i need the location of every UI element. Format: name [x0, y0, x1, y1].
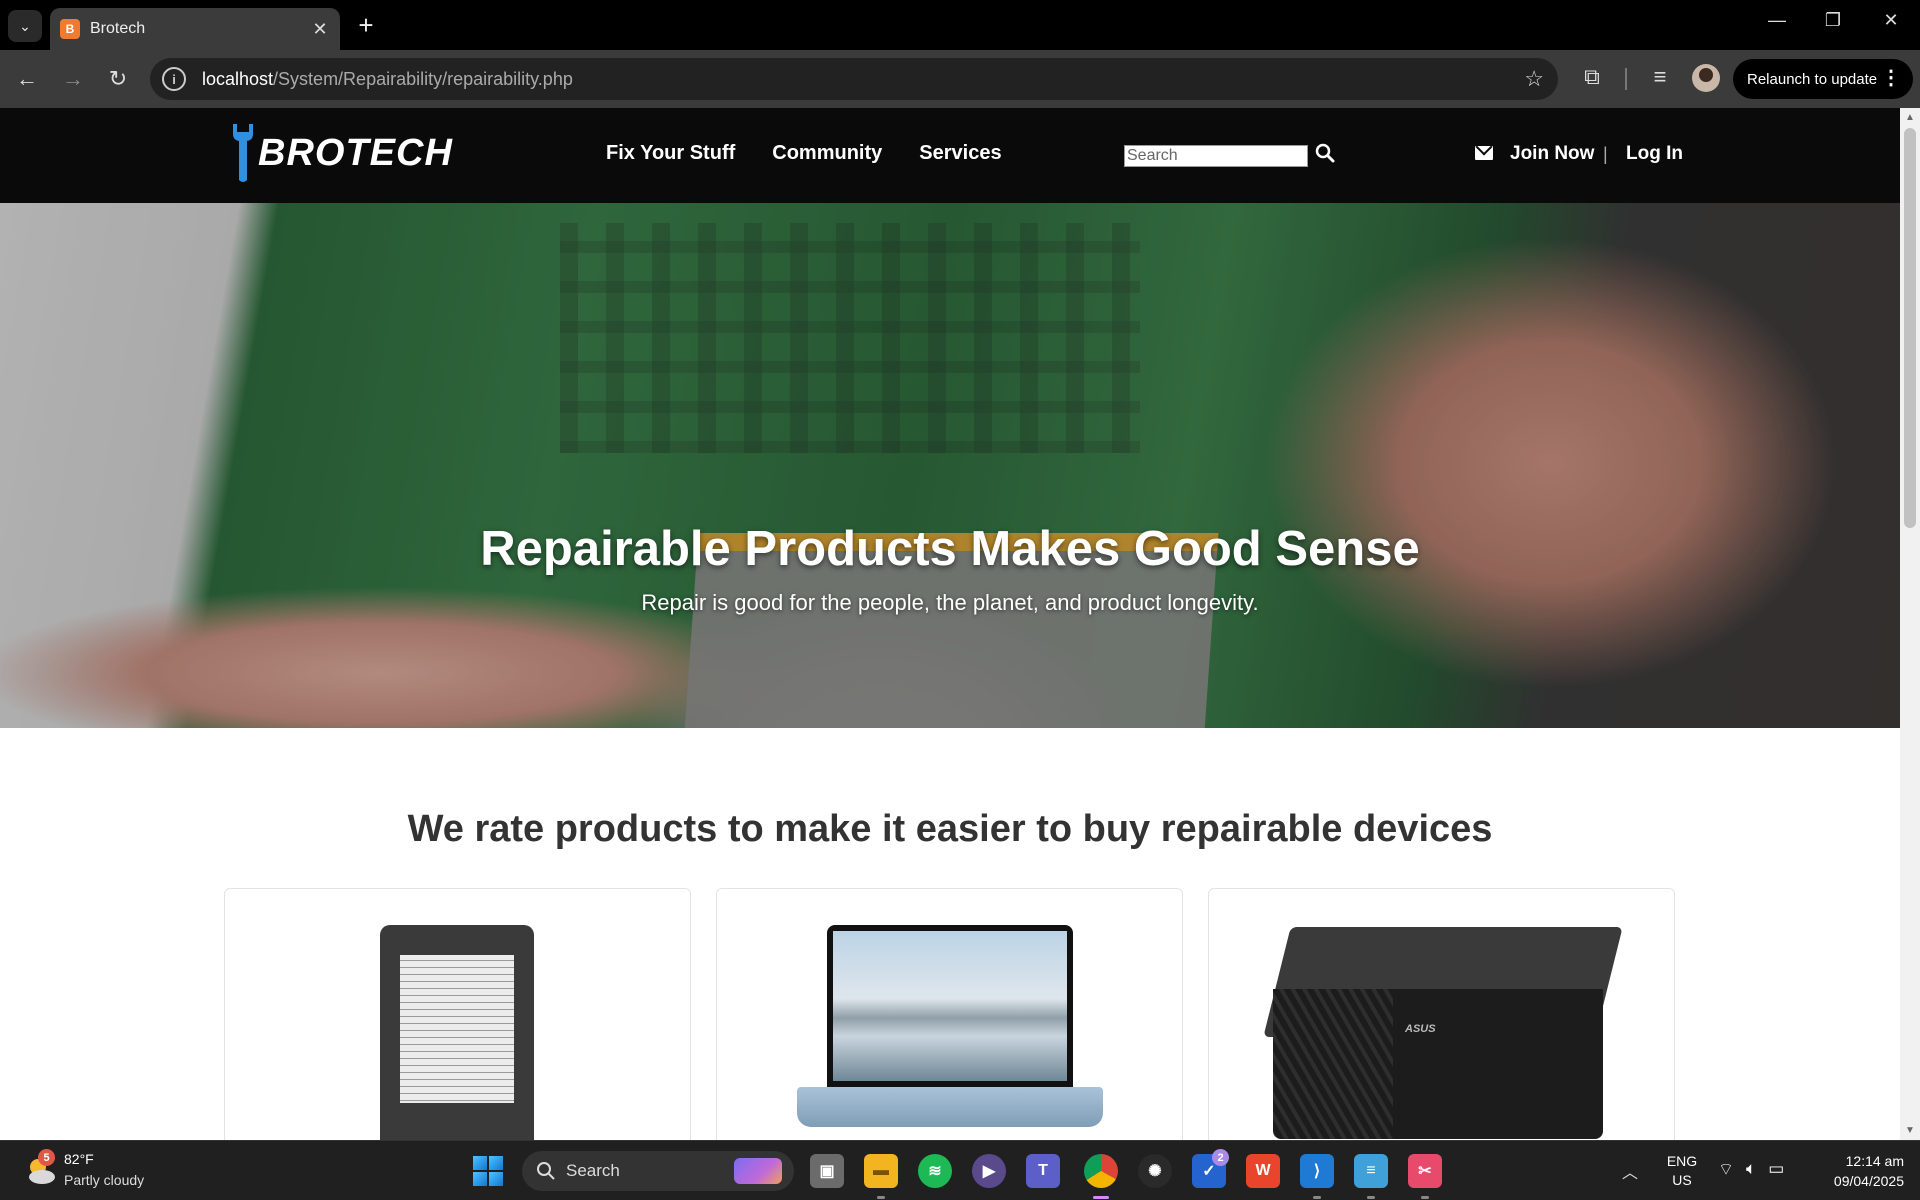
product-card-ereader[interactable] [224, 888, 691, 1140]
windows-start-icon[interactable] [473, 1156, 503, 1186]
hero-title: Repairable Products Makes Good Sense [480, 522, 1420, 576]
mail-icon [1475, 146, 1493, 160]
weather-temp[interactable]: 82°F [64, 1151, 94, 1167]
weather-badge: 5 [38, 1149, 55, 1166]
tab-title: Brotech [90, 20, 146, 37]
wifi-icon: ⌔ [1718, 1160, 1734, 1179]
brotech-logo[interactable]: BROTECH [230, 122, 453, 184]
spotify-icon[interactable]: ≋ [918, 1154, 952, 1188]
profile-avatar[interactable] [1692, 64, 1720, 92]
browser-title-bar: ⌄ B Brotech ✕ + — ❐ ✕ [0, 0, 1920, 50]
chevron-down-icon: ⌄ [19, 17, 31, 34]
taskbar-search[interactable]: Search [522, 1151, 794, 1191]
nav-services[interactable]: Services [919, 142, 1001, 165]
relaunch-to-update-button[interactable]: Relaunch to update ⋮ [1733, 59, 1913, 99]
section-title: We rate products to make it easier to bu… [407, 808, 1493, 850]
chatgpt-icon[interactable]: ✺ [1138, 1154, 1172, 1188]
hero-banner: Repairable Products Makes Good Sense Rep… [0, 203, 1900, 728]
language-indicator[interactable]: ENG US [1664, 1152, 1700, 1190]
site-search-input[interactable] [1124, 145, 1308, 167]
favicon-icon: B [60, 19, 80, 39]
system-clock[interactable]: 12:14 am 09/04/2025 [1808, 1151, 1904, 1191]
hero-subtitle: Repair is good for the people, the plane… [641, 590, 1259, 615]
product-card-mini-pc[interactable]: ASUS [1208, 888, 1675, 1140]
page-scrollbar[interactable]: ▲ ▼ [1900, 108, 1920, 1140]
scroll-down-icon[interactable]: ▼ [1905, 1125, 1915, 1136]
browser-toolbar: ← → ↻ i localhost/System/Repairability/r… [0, 50, 1920, 108]
restore-icon[interactable]: ❐ [1818, 10, 1848, 31]
file-explorer-icon[interactable]: ▬ [864, 1154, 898, 1188]
tray-chevron-up-icon[interactable]: ︿ [1622, 1159, 1638, 1183]
windows-taskbar: 5 82°F Partly cloudy Search ▣ ▬ ≋ ▶ T ✺ … [0, 1140, 1920, 1200]
url-text: localhost/System/Repairability/repairabi… [202, 68, 573, 89]
nav-community[interactable]: Community [772, 142, 882, 165]
wrench-icon [233, 124, 253, 182]
scroll-thumb[interactable] [1904, 128, 1916, 528]
extensions-icon[interactable]: ⧉ [1576, 64, 1608, 90]
task-view-icon[interactable]: ▣ [810, 1154, 844, 1188]
wps-office-icon[interactable]: W [1246, 1154, 1280, 1188]
ereader-image [380, 925, 534, 1140]
laptop-image [827, 925, 1073, 1087]
todo-badge: 2 [1212, 1149, 1229, 1166]
search-icon [537, 1162, 555, 1180]
close-window-icon[interactable]: ✕ [1876, 10, 1906, 31]
logo-text: BROTECH [258, 131, 453, 174]
weather-desc[interactable]: Partly cloudy [64, 1172, 144, 1188]
forward-icon[interactable]: → [58, 64, 88, 94]
main-nav: Fix Your Stuff Community Services [606, 142, 1002, 165]
notepad-icon[interactable]: ≡ [1354, 1154, 1388, 1188]
log-in-link[interactable]: Log In [1626, 143, 1683, 165]
join-now-link[interactable]: Join Now [1510, 143, 1594, 165]
vscode-icon[interactable]: ⟩ [1300, 1154, 1334, 1188]
snipping-tool-icon[interactable]: ✂ [1408, 1154, 1442, 1188]
search-icon[interactable] [1314, 142, 1336, 164]
address-bar[interactable]: i localhost/System/Repairability/repaira… [150, 58, 1558, 100]
tab-close-icon[interactable]: ✕ [310, 19, 330, 40]
page-viewport: BROTECH Fix Your Stuff Community Service… [0, 108, 1900, 1140]
media-control-icon[interactable]: ≡ [1644, 64, 1676, 90]
auth-separator: | [1603, 144, 1608, 164]
chrome-icon[interactable] [1084, 1154, 1118, 1188]
site-header: BROTECH Fix Your Stuff Community Service… [0, 108, 1900, 203]
scroll-up-icon[interactable]: ▲ [1905, 112, 1915, 123]
battery-icon: ▭ [1768, 1159, 1785, 1178]
minimize-icon[interactable]: — [1762, 10, 1792, 31]
tab-search-button[interactable]: ⌄ [8, 10, 42, 42]
volume-icon: 🔈︎ [1745, 1159, 1757, 1178]
browser-tab-brotech[interactable]: B Brotech ✕ [50, 8, 340, 50]
media-player-icon[interactable]: ▶ [972, 1154, 1006, 1188]
site-info-icon[interactable]: i [162, 67, 186, 91]
teams-icon[interactable]: T [1026, 1154, 1060, 1188]
tray-status-icons[interactable]: ⌔ 🔈︎ ▭ [1718, 1159, 1784, 1180]
more-vertical-icon[interactable]: ⋮ [1881, 65, 1901, 90]
new-tab-button[interactable]: + [352, 12, 380, 38]
search-highlight-icon [734, 1158, 782, 1184]
nav-fix-your-stuff[interactable]: Fix Your Stuff [606, 142, 735, 165]
back-icon[interactable]: ← [12, 64, 42, 94]
reload-icon[interactable]: ↻ [103, 64, 133, 94]
toolbar-divider [1625, 68, 1627, 90]
product-card-laptop[interactable] [716, 888, 1183, 1140]
mini-pc-brand-label: ASUS [1405, 1023, 1436, 1035]
bookmark-star-icon[interactable]: ☆ [1524, 66, 1544, 92]
